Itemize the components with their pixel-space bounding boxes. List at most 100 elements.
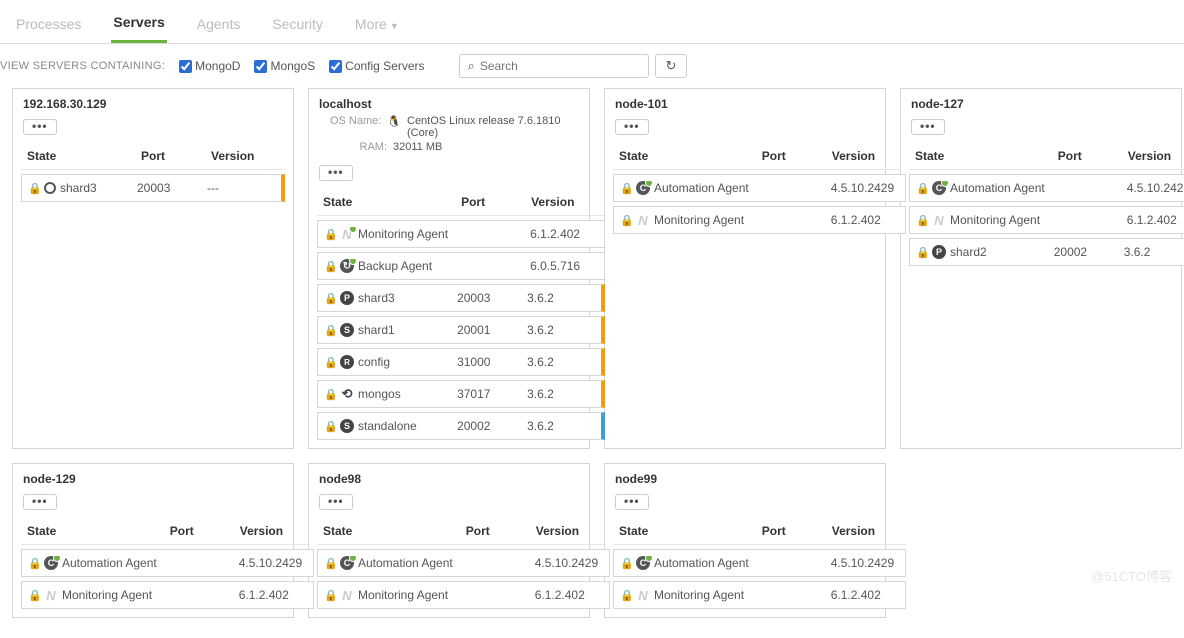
row-port: 20003 — [451, 291, 521, 305]
server-table: StatePortVersion🔒Automation Agent4.5.10.… — [317, 518, 610, 609]
lock-icon: 🔒 — [916, 246, 928, 259]
table-row[interactable]: 🔒Monitoring Agent6.1.2.402 — [21, 577, 314, 609]
checkbox-mongos[interactable]: MongoS — [254, 59, 315, 73]
row-type-icon — [636, 556, 650, 570]
table-row[interactable]: 🔒 shard1 200013.6.2 — [317, 312, 605, 344]
checkbox-mongod[interactable]: MongoD — [179, 59, 240, 73]
card-actions-button[interactable]: ••• — [23, 119, 57, 135]
row-version: 6.1.2.402 — [524, 227, 604, 241]
table-row[interactable]: 🔒standalone200023.6.2 — [317, 408, 605, 440]
table-row[interactable]: 🔒Automation Agent4.5.10.2429 — [613, 545, 906, 578]
row-port: 37017 — [451, 387, 521, 401]
table-row[interactable]: 🔒Monitoring Agent6.1.2.402 — [317, 216, 605, 249]
card-meta: OS Name:🐧CentOS Linux release 7.6.1810 (… — [309, 115, 589, 161]
server-card: node-101•••StatePortVersion🔒Automation A… — [604, 88, 886, 449]
col-state: State — [909, 143, 1052, 170]
col-port: Port — [455, 189, 525, 216]
card-title: node-129 — [13, 464, 293, 490]
row-type-icon — [340, 419, 354, 433]
checkbox-config-servers[interactable]: Config Servers — [329, 59, 424, 73]
server-table: StatePortVersion🔒Automation Agent4.5.10.… — [909, 143, 1184, 266]
col-port: Port — [135, 143, 205, 170]
row-version: 3.6.2 — [521, 323, 601, 337]
search-input[interactable] — [480, 59, 640, 73]
row-name: config — [358, 355, 390, 369]
col-version: Version — [1122, 143, 1184, 170]
row-version: 4.5.10.2429 — [529, 556, 609, 570]
search-input-wrap[interactable]: ⌕ — [459, 54, 649, 78]
watermark: @51CTO博客 — [1091, 566, 1172, 585]
col-state: State — [21, 143, 135, 170]
row-name: shard3 — [358, 291, 395, 305]
lock-icon: 🔒 — [324, 557, 336, 570]
refresh-button[interactable]: ↻ — [655, 54, 688, 78]
row-version: 3.6.2 — [521, 387, 601, 401]
row-type-icon — [340, 556, 354, 570]
row-port: 20002 — [1048, 245, 1118, 259]
row-name: Automation Agent — [358, 556, 453, 570]
card-actions-button[interactable]: ••• — [319, 165, 353, 181]
server-card: localhostOS Name:🐧CentOS Linux release 7… — [308, 88, 590, 449]
card-actions-button[interactable]: ••• — [615, 119, 649, 135]
row-version: 3.6.2 — [521, 419, 601, 433]
tab-processes[interactable]: Processes — [14, 10, 83, 42]
row-name: Automation Agent — [654, 556, 749, 570]
card-actions-button[interactable]: ••• — [23, 494, 57, 510]
table-row[interactable]: 🔒Backup Agent6.0.5.716 — [317, 248, 605, 280]
server-card: 192.168.30.129•••StatePortVersion🔒shard3… — [12, 88, 294, 449]
row-type-icon — [340, 355, 354, 369]
row-type-icon — [44, 556, 58, 570]
table-row[interactable]: 🔒shard2200023.6.2 — [909, 234, 1184, 266]
row-type-icon — [340, 387, 354, 401]
search-icon: ⌕ — [468, 58, 475, 74]
tab-security[interactable]: Security — [270, 10, 325, 42]
col-version: Version — [205, 143, 285, 170]
server-card: node-129•••StatePortVersion🔒Automation A… — [12, 463, 294, 618]
card-actions-button[interactable]: ••• — [319, 494, 353, 510]
row-type-icon — [340, 323, 354, 337]
card-actions-button[interactable]: ••• — [911, 119, 945, 135]
table-row[interactable]: 🔒 Automation Agent 4.5.10.2429 — [317, 545, 610, 578]
top-tabs: Processes Servers Agents Security More▼ — [0, 0, 1184, 44]
row-name: Monitoring Agent — [654, 588, 744, 602]
col-version: Version — [234, 518, 314, 545]
table-row[interactable]: 🔒mongos370173.6.2 — [317, 376, 605, 408]
row-port: 31000 — [451, 355, 521, 369]
row-version: 4.5.10.2429 — [825, 181, 905, 195]
row-version: 3.6.2 — [1118, 245, 1184, 259]
row-version: 3.6.2 — [521, 291, 601, 305]
lock-icon: 🔒 — [28, 557, 40, 570]
lock-icon: 🔒 — [324, 420, 336, 433]
col-version: Version — [525, 189, 605, 216]
lock-icon: 🔒 — [324, 324, 336, 337]
filter-bar: VIEW SERVERS CONTAINING: MongoD MongoS C… — [0, 44, 1184, 88]
table-row[interactable]: 🔒Automation Agent4.5.10.2429 — [21, 545, 314, 578]
row-type-icon — [636, 213, 650, 227]
table-row[interactable]: 🔒Automation Agent4.5.10.2429 — [613, 170, 906, 203]
lock-icon: 🔒 — [28, 182, 40, 195]
row-name: shard1 — [358, 323, 395, 337]
col-version: Version — [826, 518, 906, 545]
lock-icon: 🔒 — [324, 589, 336, 602]
table-row[interactable]: 🔒Monitoring Agent6.1.2.402 — [613, 202, 906, 234]
row-type-icon — [636, 181, 650, 195]
tab-agents[interactable]: Agents — [195, 10, 243, 42]
row-port: 20001 — [451, 323, 521, 337]
col-state: State — [21, 518, 164, 545]
card-title: node99 — [605, 464, 885, 490]
table-row[interactable]: 🔒shard320003--- — [21, 170, 285, 203]
row-version: 6.1.2.402 — [825, 588, 905, 602]
tab-more[interactable]: More▼ — [353, 10, 401, 42]
col-port: Port — [756, 143, 826, 170]
table-row[interactable]: 🔒Monitoring Agent6.1.2.402 — [317, 577, 610, 609]
table-row[interactable]: 🔒Monitoring Agent6.1.2.402 — [909, 202, 1184, 234]
row-type-icon — [44, 588, 58, 602]
server-table: StatePortVersion🔒Automation Agent4.5.10.… — [613, 143, 906, 234]
table-row[interactable]: 🔒Automation Agent4.5.10.2429 — [909, 170, 1184, 203]
card-actions-button[interactable]: ••• — [615, 494, 649, 510]
table-row[interactable]: 🔒shard3200033.6.2 — [317, 280, 605, 312]
row-version: 6.1.2.402 — [233, 588, 313, 602]
tab-servers[interactable]: Servers — [111, 8, 166, 43]
table-row[interactable]: 🔒Monitoring Agent6.1.2.402 — [613, 577, 906, 609]
table-row[interactable]: 🔒config310003.6.2 — [317, 344, 605, 376]
